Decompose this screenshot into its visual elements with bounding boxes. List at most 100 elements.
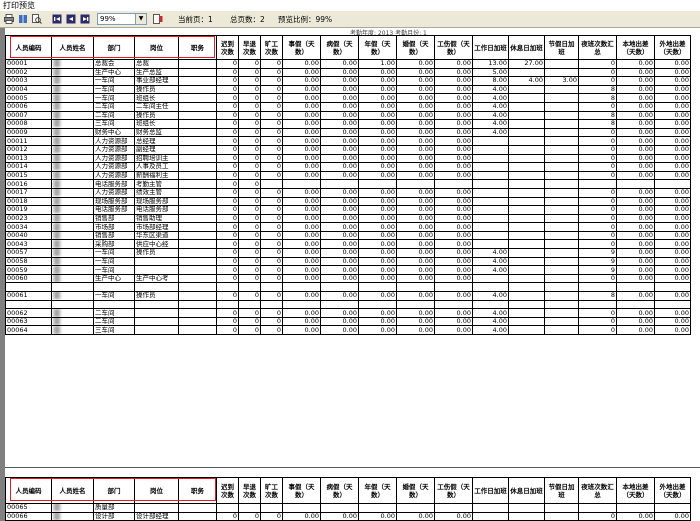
table-cell: [178, 230, 217, 241]
table-cell: 0.00: [282, 136, 321, 146]
column-header: 人员姓名: [51, 35, 94, 60]
table-cell: 0: [578, 127, 617, 138]
table-cell: 0.00: [654, 101, 691, 112]
redacted-name: [53, 240, 62, 248]
table-cell: [544, 503, 579, 513]
table-cell: 00004: [5, 84, 52, 95]
table-cell: 0: [260, 213, 283, 224]
table-cell: [238, 503, 261, 513]
redacted-name: [53, 318, 62, 325]
table-cell: [178, 273, 217, 284]
report-page-2: 人员编码 人员姓名 部门 岗位 职务 迟到次数 早退次数 旷工次数 事假（天数） 病假（天数） 年假…: [5, 477, 700, 521]
table-cell: [51, 256, 94, 267]
table-cell: 0.00: [654, 205, 691, 215]
table-cell: 0.00: [616, 127, 655, 138]
table-cell: 0.00: [396, 153, 435, 164]
table-cell: 0.00: [654, 127, 691, 138]
table-cell: [472, 222, 509, 232]
table-cell: 0: [260, 511, 283, 521]
table-cell: 0.00: [396, 101, 435, 112]
table-cell: 00018: [5, 196, 52, 207]
column-header: 职务: [178, 477, 217, 504]
table-cell: [178, 101, 217, 112]
table-cell: 0: [260, 76, 283, 86]
column-header: 迟到次数: [216, 35, 239, 60]
table-cell: [544, 308, 579, 318]
table-cell: 销售助理: [134, 213, 179, 224]
table-cell: [134, 299, 179, 310]
table-cell: 00063: [5, 316, 52, 327]
table-row: 00065 质量部: [5, 503, 691, 513]
table-cell: [51, 316, 94, 327]
table-cell: [51, 273, 94, 284]
table-cell: [544, 84, 579, 95]
table-cell: [178, 503, 217, 513]
first-page-icon[interactable]: [51, 13, 63, 25]
table-cell: 0.00: [282, 144, 321, 155]
table-cell: 0.00: [434, 110, 473, 121]
table-cell: 0.00: [616, 308, 655, 318]
table-cell: 0: [578, 316, 617, 327]
table-cell: 财务中心: [93, 127, 135, 138]
table-cell: [508, 230, 545, 241]
table-row: 00001 总裁会 总裁 0 0 0 0.00 0.00 1.00 0.00 0.00 13.00 2…: [5, 59, 691, 69]
table-cell: [544, 170, 579, 181]
table-cell: [544, 196, 579, 207]
table-cell: 0: [216, 256, 239, 267]
table-cell: [544, 110, 579, 121]
table-cell: 二车间主任: [134, 101, 179, 112]
table-cell: [434, 179, 473, 189]
table-cell: 0.00: [320, 187, 359, 198]
table-cell: 0.00: [434, 136, 473, 146]
table-cell: 0.00: [358, 248, 397, 258]
print-icon[interactable]: [3, 13, 15, 25]
column-header: 节假日加班: [544, 477, 579, 504]
table-cell: [508, 179, 545, 189]
table-cell: 0.00: [654, 119, 691, 129]
zoom-select[interactable]: 99% ▼: [97, 13, 147, 25]
table-cell: 0.00: [616, 144, 655, 155]
table-cell: [51, 291, 94, 301]
table-cell: 0: [216, 205, 239, 215]
table-cell: [178, 308, 217, 318]
table-cell: 0: [216, 84, 239, 95]
table-cell: 0: [260, 256, 283, 267]
prev-page-icon[interactable]: [65, 13, 77, 25]
table-cell: 0.00: [396, 67, 435, 78]
table-cell: 0.00: [282, 291, 321, 301]
table-cell: 副经理: [134, 144, 179, 155]
table-cell: [178, 153, 217, 164]
redacted-name: [53, 60, 62, 68]
table-cell: 一车间: [93, 84, 135, 95]
close-preview-icon[interactable]: [152, 13, 164, 25]
table-cell: 0.00: [654, 110, 691, 121]
table-cell: 0.00: [654, 511, 691, 521]
table-cell: 0.00: [654, 325, 691, 335]
table-cell: 操作员: [134, 291, 179, 301]
table-cell: 0.00: [396, 59, 435, 69]
table-cell: [178, 93, 217, 103]
book-icon[interactable]: [17, 13, 29, 25]
page-break-line: [5, 467, 700, 468]
table-row: 00063 二车间 0 0 0 0.00 0.00 0.00 0.00 0.00 4.00 0 0.0…: [5, 316, 691, 327]
table-cell: 0.00: [654, 308, 691, 318]
table-cell: 0: [216, 511, 239, 521]
table-cell: 0.00: [434, 119, 473, 129]
table-cell: [544, 162, 579, 172]
table-row: 00015 人力资源部 薪酬福利主 0 0 0 0.00 0.00 0.00 0.00 0.00 0…: [5, 170, 691, 181]
next-page-icon[interactable]: [79, 13, 91, 25]
table-cell: 00001: [5, 59, 52, 69]
column-header: 夜班次数汇总: [578, 35, 617, 60]
table-cell: [508, 196, 545, 207]
table-cell: 三车间: [93, 325, 135, 335]
column-header: 休息日加班: [508, 477, 545, 504]
table-cell: 0.00: [654, 84, 691, 95]
zoom-page-icon[interactable]: [31, 13, 43, 25]
table-cell: 0: [216, 127, 239, 138]
table-cell: [260, 282, 283, 293]
table-cell: 1.00: [358, 59, 397, 69]
table-cell: 0.00: [320, 144, 359, 155]
table-cell: [616, 503, 655, 513]
table-cell: 0.00: [434, 196, 473, 207]
chevron-down-icon[interactable]: ▼: [135, 14, 146, 24]
